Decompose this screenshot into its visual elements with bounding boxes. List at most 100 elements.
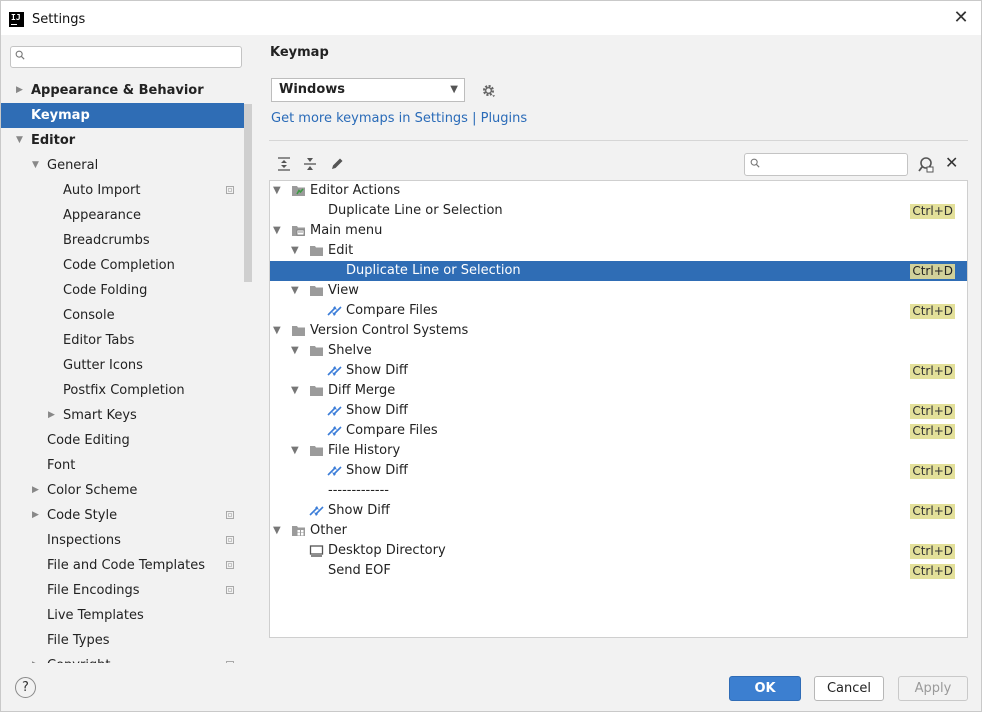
chevron-down-icon[interactable]: ▼ [291, 341, 299, 361]
keymap-action-row[interactable]: ▼ File History [270, 441, 967, 461]
sidebar-scrollbar[interactable] [244, 104, 252, 282]
chevron-down-icon[interactable]: ▼ [16, 128, 26, 153]
sidebar-item[interactable]: ▼ Editor [1, 128, 244, 153]
sidebar-item[interactable]: File Encodings [1, 578, 244, 603]
chevron-down-icon[interactable]: ▼ [273, 521, 281, 541]
sidebar-item[interactable]: ▶ Copyright [1, 653, 244, 663]
sidebar-item-label: Appearance & Behavior [31, 83, 204, 98]
sidebar-item[interactable]: ▶ Code Style [1, 503, 244, 528]
keymap-action-label: Editor Actions [310, 183, 401, 198]
sidebar-item[interactable]: Postfix Completion [1, 378, 244, 403]
settings-link[interactable]: Get more keymaps in Settings | [271, 111, 481, 126]
sidebar-item[interactable]: Gutter Icons [1, 353, 244, 378]
diff-icon [327, 404, 342, 418]
keymap-action-row[interactable]: ▼ Edit [270, 241, 967, 261]
keymap-search-input[interactable] [744, 153, 908, 176]
apply-button[interactable]: Apply [898, 676, 968, 701]
sidebar-item[interactable]: Code Editing [1, 428, 244, 453]
settings-search-input[interactable] [10, 46, 242, 68]
close-icon[interactable]: ✕ [951, 8, 971, 28]
shortcut-badge: Ctrl+D [910, 204, 955, 219]
sidebar-item[interactable]: ▼ General [1, 153, 244, 178]
plugins-link[interactable]: Plugins [481, 111, 528, 126]
shortcut-badge: Ctrl+D [910, 464, 955, 479]
keymap-action-row[interactable]: Show Diff Ctrl+D [270, 501, 967, 521]
shortcut-badge: Ctrl+D [910, 364, 955, 379]
sidebar-item-label: Inspections [47, 533, 121, 548]
shortcut-badge: Ctrl+D [910, 564, 955, 579]
keymap-action-row[interactable]: Show Diff Ctrl+D [270, 401, 967, 421]
sidebar-item-label: Code Editing [47, 433, 130, 448]
chevron-down-icon[interactable]: ▼ [273, 181, 281, 201]
chevron-down-icon[interactable]: ▼ [273, 221, 281, 241]
sidebar-item[interactable]: Keymap [1, 103, 244, 128]
chevron-down-icon[interactable]: ▼ [291, 441, 299, 461]
search-icon [750, 158, 760, 168]
chevron-down-icon[interactable]: ▼ [291, 381, 299, 401]
diff-icon [327, 304, 342, 318]
sidebar-item[interactable]: File and Code Templates [1, 553, 244, 578]
keymap-action-row[interactable]: Compare Files Ctrl+D [270, 301, 967, 321]
keymap-action-row[interactable]: ▼ Version Control Systems [270, 321, 967, 341]
keymap-scheme-select[interactable]: Windows ▼ [271, 78, 465, 102]
sidebar-item[interactable]: Editor Tabs [1, 328, 244, 353]
keymap-action-row[interactable]: Duplicate Line or Selection Ctrl+D [270, 261, 967, 281]
chevron-down-icon[interactable]: ▼ [291, 281, 299, 301]
chevron-right-icon[interactable]: ▶ [32, 478, 42, 503]
sidebar-item-label: Breadcrumbs [63, 233, 150, 248]
sidebar-item-label: Postfix Completion [63, 383, 185, 398]
chevron-right-icon[interactable]: ▶ [16, 78, 26, 103]
sidebar-item[interactable]: Breadcrumbs [1, 228, 244, 253]
expand-all-icon[interactable] [276, 156, 292, 172]
sidebar-item-label: Font [47, 458, 76, 473]
keymap-action-row[interactable]: Compare Files Ctrl+D [270, 421, 967, 441]
keymap-action-label: Version Control Systems [310, 323, 469, 338]
sidebar-item[interactable]: Font [1, 453, 244, 478]
sidebar-item[interactable]: Console [1, 303, 244, 328]
sidebar-item-label: File and Code Templates [47, 558, 205, 573]
chevron-right-icon[interactable]: ▶ [48, 403, 58, 428]
keymap-action-label: Other [310, 523, 347, 538]
keymap-action-row[interactable]: Desktop Directory Ctrl+D [270, 541, 967, 561]
chevron-down-icon[interactable]: ▼ [32, 153, 42, 178]
editor-actions-icon [291, 184, 306, 198]
sidebar-item[interactable]: Live Templates [1, 603, 244, 628]
find-by-shortcut-icon[interactable] [917, 156, 935, 174]
sidebar-item[interactable]: Code Completion [1, 253, 244, 278]
sidebar-item[interactable]: ▶ Color Scheme [1, 478, 244, 503]
sidebar-item[interactable]: Code Folding [1, 278, 244, 303]
keymap-action-row[interactable]: Show Diff Ctrl+D [270, 361, 967, 381]
sidebar-item[interactable]: File Types [1, 628, 244, 653]
keymap-action-row[interactable]: ▼ Main menu [270, 221, 967, 241]
gear-icon[interactable] [481, 83, 496, 98]
get-more-keymaps-link: Get more keymaps in Settings | Plugins [271, 111, 527, 126]
keymap-action-row[interactable]: ------------- [270, 481, 967, 501]
help-button[interactable]: ? [15, 677, 36, 698]
keymap-action-row[interactable]: Duplicate Line or Selection Ctrl+D [270, 201, 967, 221]
chevron-right-icon[interactable]: ▶ [32, 503, 42, 528]
keymap-action-row[interactable]: ▼ Editor Actions [270, 181, 967, 201]
keymap-action-row[interactable]: ▼ Diff Merge [270, 381, 967, 401]
chevron-right-icon[interactable]: ▶ [32, 653, 42, 663]
keymap-action-row[interactable]: ▼ Shelve [270, 341, 967, 361]
shortcut-badge: Ctrl+D [910, 404, 955, 419]
project-settings-icon [226, 511, 234, 519]
chevron-down-icon[interactable]: ▼ [273, 321, 281, 341]
clear-search-icon[interactable]: ✕ [945, 154, 961, 172]
collapse-all-icon[interactable] [302, 156, 318, 172]
sidebar-item-label: File Types [47, 633, 110, 648]
sidebar-item[interactable]: Inspections [1, 528, 244, 553]
sidebar-item[interactable]: ▶ Smart Keys [1, 403, 244, 428]
sidebar-item-label: Color Scheme [47, 483, 138, 498]
cancel-button[interactable]: Cancel [814, 676, 884, 701]
sidebar-item[interactable]: Auto Import [1, 178, 244, 203]
sidebar-item[interactable]: ▶ Appearance & Behavior [1, 78, 244, 103]
ok-button[interactable]: OK [729, 676, 801, 701]
keymap-action-row[interactable]: ▼ View [270, 281, 967, 301]
sidebar-item[interactable]: Appearance [1, 203, 244, 228]
edit-pencil-icon[interactable] [329, 156, 345, 172]
keymap-action-row[interactable]: Send EOF Ctrl+D [270, 561, 967, 581]
keymap-action-row[interactable]: Show Diff Ctrl+D [270, 461, 967, 481]
keymap-action-row[interactable]: ▼ Other [270, 521, 967, 541]
chevron-down-icon[interactable]: ▼ [291, 241, 299, 261]
